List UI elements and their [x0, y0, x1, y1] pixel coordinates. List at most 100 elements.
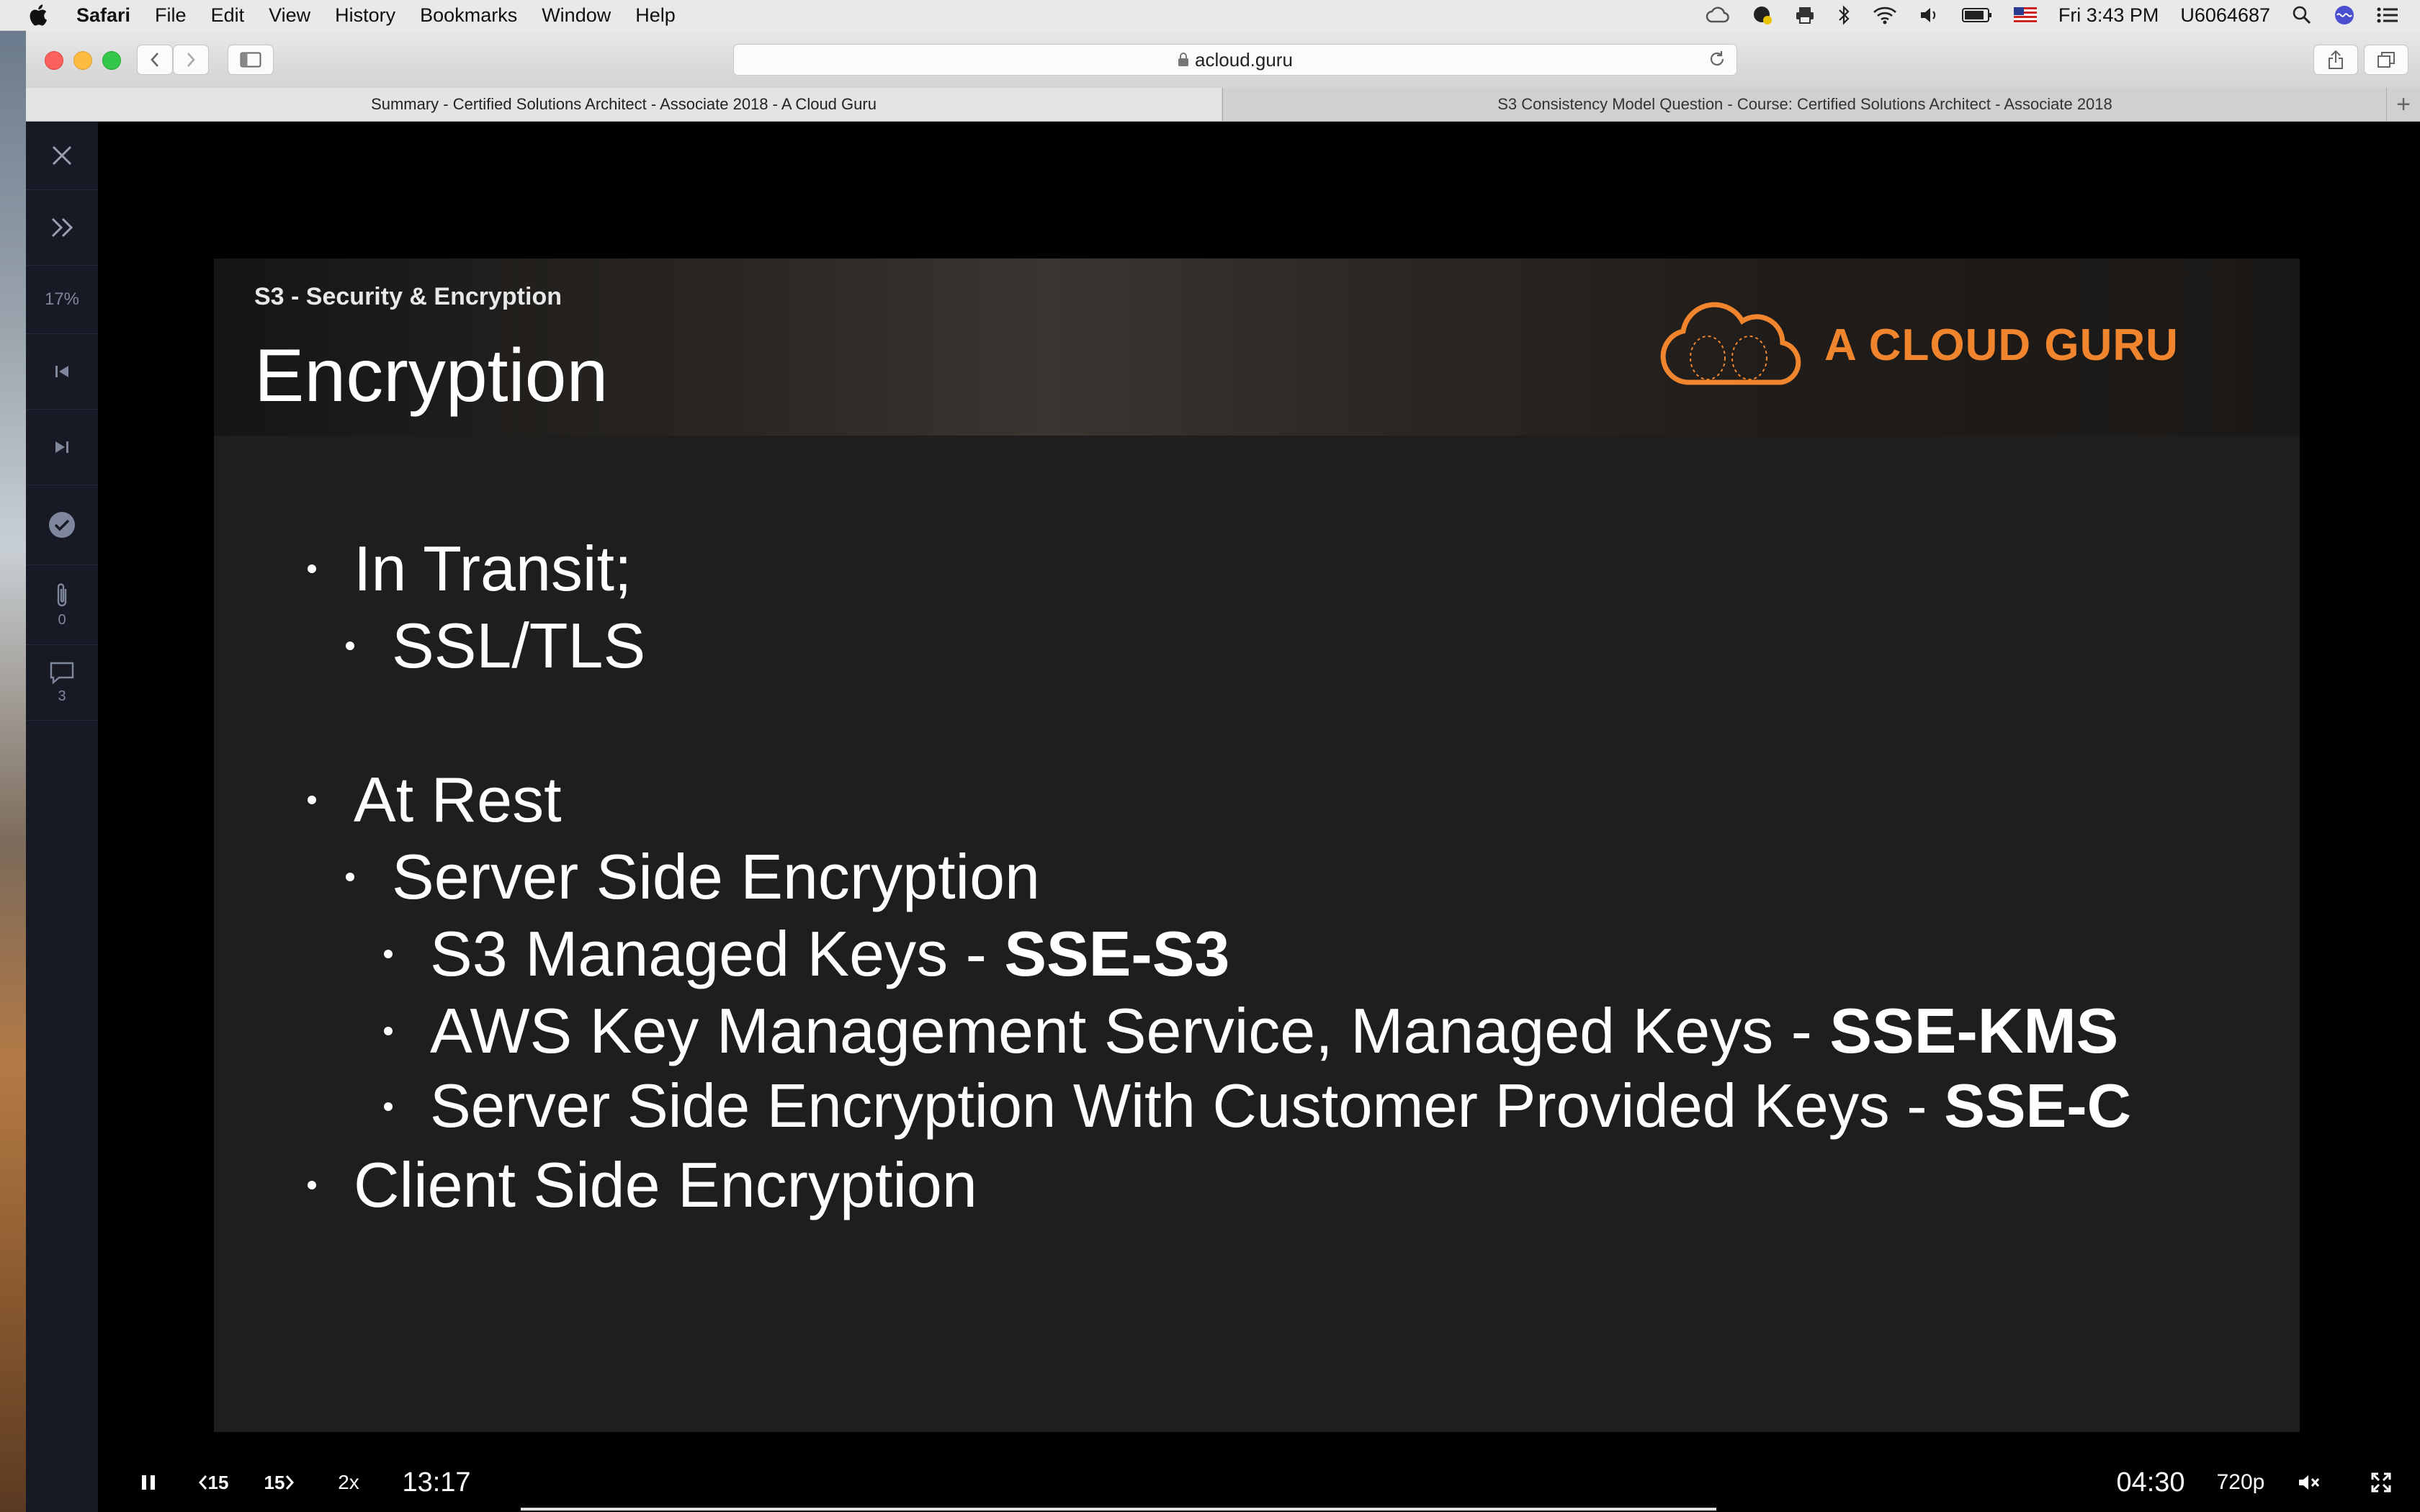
creative-cloud-icon[interactable]: [1706, 6, 1730, 24]
chevron-left-icon: [198, 1475, 207, 1490]
tab-s3-consistency[interactable]: S3 Consistency Model Question - Course: …: [1222, 88, 2387, 121]
menu-app-name[interactable]: Safari: [76, 4, 130, 27]
flag-us-icon[interactable]: [2013, 7, 2037, 23]
menubar-user[interactable]: U6064687: [2180, 4, 2270, 27]
bullet-at-rest: At Rest: [308, 763, 562, 837]
bullet-text: At Rest: [354, 764, 562, 835]
video-progress-bar[interactable]: [521, 1508, 1716, 1511]
printer-icon[interactable]: [1795, 6, 1815, 24]
menu-edit[interactable]: Edit: [211, 4, 245, 27]
menubar-clock[interactable]: Fri 3:43 PM: [2058, 4, 2159, 27]
minimize-window-button[interactable]: [73, 51, 92, 70]
share-icon: [2329, 50, 2343, 69]
menu-window[interactable]: Window: [542, 4, 611, 27]
next-lesson-button[interactable]: [26, 410, 98, 485]
bullet-dot: [384, 950, 393, 958]
attachments-button[interactable]: 0: [26, 565, 98, 645]
comments-button[interactable]: 3: [26, 645, 98, 721]
playback-speed-button[interactable]: 2x: [327, 1454, 370, 1511]
bullet-server-side-encryption: Server Side Encryption: [346, 840, 1040, 914]
player-controls: 15 15 2x 13:17 04:30 720p: [98, 1454, 2420, 1511]
forward-15-button[interactable]: 15: [251, 1454, 308, 1511]
close-window-button[interactable]: [45, 51, 63, 70]
bullet-dot: [308, 564, 316, 573]
menu-file[interactable]: File: [155, 4, 187, 27]
menu-bar: Safari File Edit View History Bookmarks …: [0, 0, 2420, 31]
app-status-icon[interactable]: [1752, 4, 1773, 26]
progress-percent: 17%: [44, 289, 80, 309]
mute-button[interactable]: [2287, 1454, 2331, 1511]
bullet-dot: [384, 1102, 393, 1111]
tab-label: Summary - Certified Solutions Architect …: [371, 95, 877, 113]
tab-summary[interactable]: Summary - Certified Solutions Architect …: [26, 88, 1222, 121]
menu-bookmarks[interactable]: Bookmarks: [420, 4, 517, 27]
chevron-right-icon: [286, 1475, 295, 1490]
close-player-button[interactable]: [26, 122, 98, 190]
paperclip-icon: [57, 582, 67, 606]
bullet-text-wrap: AWS Key Management Service, Managed Keys…: [430, 994, 2118, 1068]
skip-previous-icon: [55, 366, 68, 377]
share-button[interactable]: [2313, 45, 2358, 75]
a-cloud-guru-logo: A CLOUD GURU: [1656, 302, 2179, 388]
bullet-sse-kms: AWS Key Management Service, Managed Keys…: [384, 994, 2118, 1068]
bullet-dot: [308, 796, 316, 804]
logo-text: A CLOUD GURU: [1824, 320, 2179, 370]
bullet-text-wrap: S3 Managed Keys - SSE-S3: [430, 917, 1229, 991]
video-frame-slide: S3 - Security & Encryption Encryption A …: [214, 258, 2300, 1432]
forward-label: 15: [264, 1471, 285, 1493]
siri-icon[interactable]: [2334, 4, 2355, 26]
forward-button[interactable]: [173, 45, 209, 75]
rewind-15-button[interactable]: 15: [184, 1454, 242, 1511]
player-sidebar: 17% 0 3: [26, 122, 98, 1512]
comments-count: 3: [58, 688, 66, 704]
expand-sidebar-button[interactable]: [26, 190, 98, 266]
back-button[interactable]: [137, 45, 173, 75]
bullet-dot: [308, 1181, 316, 1189]
speed-label: 2x: [338, 1471, 359, 1493]
bullet-text: Client Side Encryption: [354, 1149, 977, 1220]
chevron-right-icon: [187, 53, 195, 67]
bullet-text-wrap: Server Side Encryption With Customer Pro…: [430, 1071, 2131, 1142]
slide-subtitle: S3 - Security & Encryption: [254, 283, 562, 310]
check-circle-icon: [49, 512, 75, 538]
quality-button[interactable]: 720p: [2208, 1454, 2273, 1511]
spotlight-search-icon[interactable]: [2292, 5, 2312, 25]
show-all-tabs-button[interactable]: [2364, 45, 2408, 75]
bullet-text: Server Side Encryption: [392, 841, 1040, 912]
bullet-sse-s3: S3 Managed Keys - SSE-S3: [384, 917, 1229, 991]
video-player[interactable]: S3 - Security & Encryption Encryption A …: [98, 122, 2420, 1512]
bullet-dot: [384, 1027, 393, 1035]
bluetooth-icon[interactable]: [1837, 4, 1851, 26]
lock-icon: [1178, 53, 1189, 66]
pause-button[interactable]: [127, 1454, 170, 1511]
notification-center-icon[interactable]: [2377, 6, 2398, 24]
url-text: acloud.guru: [1195, 48, 1293, 71]
sidebar-icon: [240, 52, 261, 68]
bullet-client-side-encryption: Client Side Encryption: [308, 1148, 977, 1222]
slide-header: S3 - Security & Encryption Encryption A …: [214, 258, 2300, 436]
new-tab-button[interactable]: +: [2386, 88, 2420, 121]
desktop-wallpaper: [0, 30, 26, 1512]
apple-icon[interactable]: [27, 3, 52, 27]
address-bar[interactable]: acloud.guru: [733, 44, 1737, 76]
skip-next-icon: [55, 441, 68, 453]
battery-icon[interactable]: [1961, 7, 1992, 23]
mark-complete-button[interactable]: [26, 485, 98, 565]
bullet-key-term: SSE-KMS: [1829, 995, 2119, 1066]
remaining-time: 04:30: [2100, 1454, 2201, 1511]
chevron-left-icon: [151, 53, 158, 67]
reload-icon[interactable]: [1708, 50, 1726, 68]
rewind-label: 15: [207, 1471, 229, 1493]
menu-history[interactable]: History: [335, 4, 395, 27]
browser-toolbar: acloud.guru: [26, 30, 2420, 89]
volume-icon[interactable]: [1919, 6, 1940, 24]
fullscreen-button[interactable]: [2360, 1454, 2403, 1511]
menu-view[interactable]: View: [269, 4, 310, 27]
wifi-icon[interactable]: [1873, 6, 1897, 24]
zoom-window-button[interactable]: [102, 51, 121, 70]
menu-help[interactable]: Help: [635, 4, 676, 27]
bullet-ssl-tls: SSL/TLS: [346, 609, 645, 683]
sidebar-toggle-button[interactable]: [228, 45, 274, 75]
cloud-logo-icon: [1660, 302, 1801, 385]
previous-lesson-button[interactable]: [26, 334, 98, 410]
